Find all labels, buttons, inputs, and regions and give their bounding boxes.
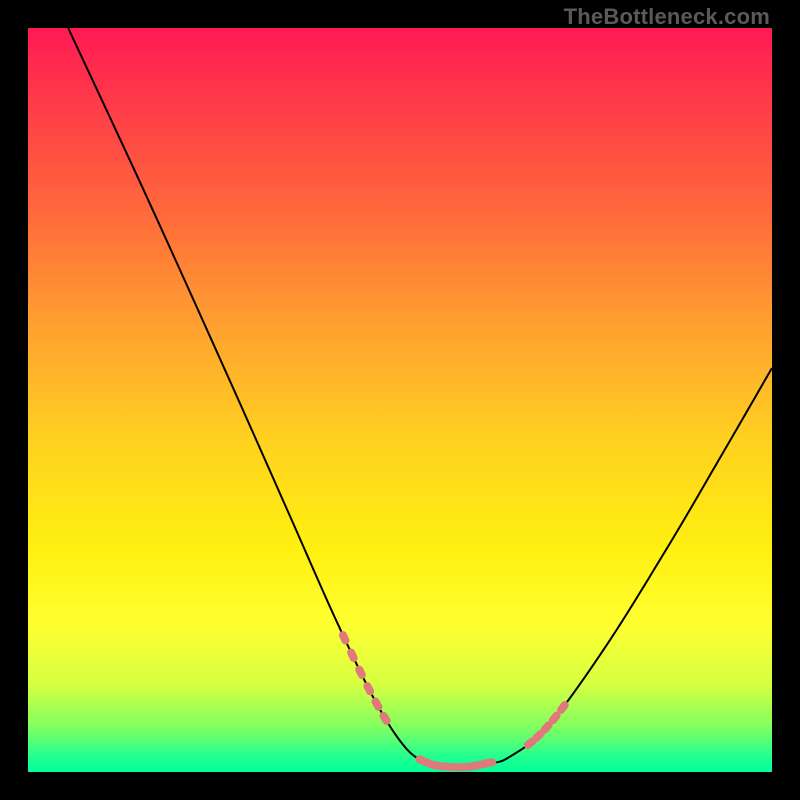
sweet-spot-markers xyxy=(338,630,571,772)
sweet-spot-marker xyxy=(354,664,367,680)
watermark-text: TheBottleneck.com xyxy=(564,4,770,30)
curve-series xyxy=(68,28,772,767)
chart-area xyxy=(28,28,772,772)
sweet-spot-marker xyxy=(378,710,392,726)
sweet-spot-marker xyxy=(482,758,497,768)
sweet-spot-marker xyxy=(362,681,375,697)
sweet-spot-marker xyxy=(338,630,351,646)
sweet-spot-marker xyxy=(370,696,384,712)
sweet-spot-marker xyxy=(346,647,359,663)
bottleneck-curve-chart xyxy=(28,28,772,772)
bottleneck-curve-line xyxy=(68,28,772,767)
